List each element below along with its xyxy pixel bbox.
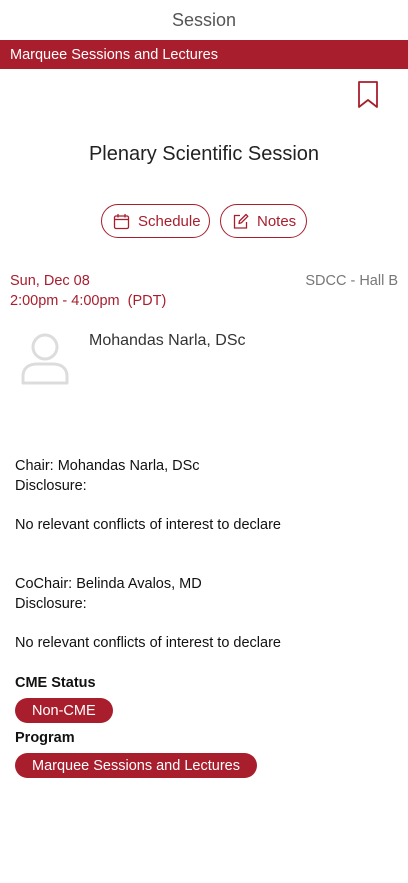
cochair-line: CoChair: Belinda Avalos, MD — [15, 576, 202, 592]
notes-button-label: Notes — [257, 212, 297, 230]
program-badge[interactable]: Marquee Sessions and Lectures — [15, 753, 257, 778]
chair-disclosure-text: No relevant conflicts of interest to dec… — [15, 517, 281, 533]
top-header: Session — [0, 0, 408, 40]
session-title: Plenary Scientific Session — [88, 143, 320, 165]
notes-button[interactable]: Notes — [220, 204, 307, 238]
chair-disclosure-label: Disclosure: — [15, 478, 87, 494]
cochair-disclosure-text: No relevant conflicts of interest to dec… — [15, 635, 281, 651]
category-banner-label: Marquee Sessions and Lectures — [10, 46, 218, 63]
session-location: SDCC - Hall B — [305, 273, 398, 289]
cme-status-badge[interactable]: Non-CME — [15, 698, 113, 723]
session-time: 2:00pm - 4:00pm (PDT) — [10, 293, 167, 309]
bookmark-icon[interactable] — [356, 80, 380, 110]
page-title: Session — [171, 9, 237, 30]
action-buttons: Schedule Notes — [101, 204, 307, 238]
session-date: Sun, Dec 08 — [10, 273, 90, 289]
cme-status-label: CME Status — [15, 675, 96, 691]
person-icon — [20, 330, 70, 386]
cochair-disclosure-label: Disclosure: — [15, 596, 87, 612]
program-label: Program — [15, 730, 75, 746]
calendar-icon — [113, 213, 130, 229]
schedule-button-label: Schedule — [138, 212, 201, 230]
chair-line: Chair: Mohandas Narla, DSc — [15, 458, 200, 474]
schedule-button[interactable]: Schedule — [101, 204, 210, 238]
speaker-name[interactable]: Mohandas Narla, DSc — [89, 332, 246, 350]
edit-icon — [233, 213, 249, 229]
category-banner: Marquee Sessions and Lectures — [0, 40, 408, 69]
